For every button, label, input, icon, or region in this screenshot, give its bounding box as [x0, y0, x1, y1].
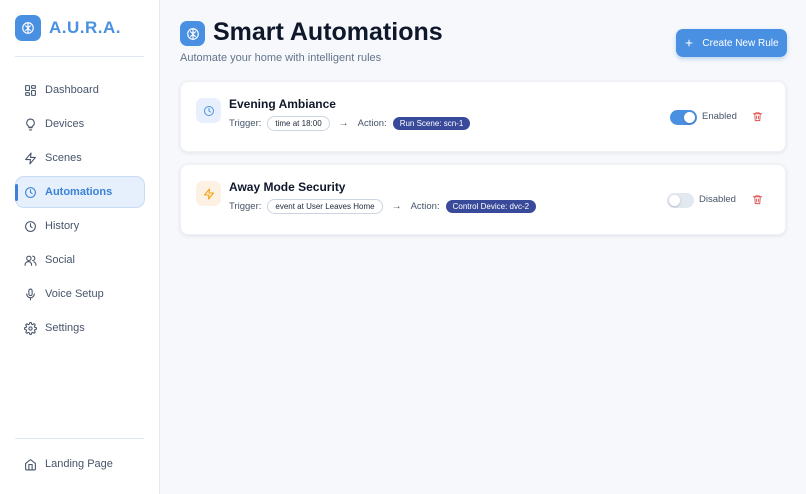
- action-pill: Run Scene: scn-1: [392, 117, 471, 130]
- sidebar-item-label: Voice Setup: [45, 288, 104, 300]
- toggle-knob: [669, 195, 680, 206]
- sidebar-item-history[interactable]: History: [15, 210, 145, 242]
- action-pill: Control Device: dvc-2: [445, 200, 537, 213]
- rule-status-label: Disabled: [699, 194, 736, 205]
- sidebar-item-voice-setup[interactable]: Voice Setup: [15, 278, 145, 310]
- brain-logo-icon: [15, 15, 41, 41]
- sidebar-item-dashboard[interactable]: Dashboard: [15, 74, 145, 106]
- delete-rule-trash-icon[interactable]: [752, 111, 763, 122]
- clock-icon: [25, 186, 36, 198]
- rule-name: Away Mode Security: [229, 180, 346, 194]
- sidebar-item-label: History: [45, 220, 80, 232]
- sidebar-bottom: Landing Page: [15, 448, 145, 482]
- create-new-rule-label: Create New Rule: [702, 37, 779, 49]
- sidebar: A.U.R.A. Dashboard Devices Scenes Automa…: [0, 0, 160, 494]
- sidebar-item-label: Scenes: [45, 152, 82, 164]
- sidebar-item-devices[interactable]: Devices: [15, 108, 145, 140]
- rule-enabled-toggle[interactable]: [670, 110, 697, 125]
- action-label: Action:: [357, 118, 387, 129]
- sidebar-item-social[interactable]: Social: [15, 244, 145, 276]
- action-label: Action:: [410, 201, 440, 212]
- brand[interactable]: A.U.R.A.: [15, 15, 121, 41]
- rule-name: Evening Ambiance: [229, 97, 336, 111]
- rule-card: Away Mode Security Trigger: event at Use…: [180, 164, 786, 235]
- history-clock-icon: [25, 220, 36, 232]
- sidebar-item-settings[interactable]: Settings: [15, 312, 145, 344]
- microphone-icon: [26, 288, 35, 300]
- sidebar-nav: Dashboard Devices Scenes Automations His…: [15, 74, 145, 346]
- brain-icon: [180, 21, 205, 46]
- home-icon: [25, 458, 36, 470]
- trigger-pill: event at User Leaves Home: [267, 199, 383, 214]
- plus-icon: [685, 39, 693, 47]
- trigger-pill: time at 18:00: [267, 116, 330, 131]
- trigger-label: Trigger:: [229, 201, 262, 212]
- sidebar-item-automations[interactable]: Automations: [15, 176, 145, 208]
- sidebar-item-label: Settings: [45, 322, 85, 334]
- bolt-icon: [25, 152, 36, 164]
- sidebar-item-landing-page[interactable]: Landing Page: [15, 448, 145, 480]
- dashboard-icon: [25, 84, 36, 96]
- users-icon: [24, 255, 37, 266]
- sidebar-divider: [15, 56, 144, 57]
- sidebar-item-label: Automations: [45, 186, 113, 198]
- page-title: Smart Automations: [213, 18, 443, 46]
- toggle-knob: [684, 112, 695, 123]
- page-subtitle: Automate your home with intelligent rule…: [180, 52, 382, 64]
- sidebar-item-label: Devices: [45, 118, 85, 130]
- lightbulb-icon: [26, 118, 35, 130]
- sidebar-item-label: Landing Page: [45, 458, 113, 470]
- create-new-rule-button[interactable]: Create New Rule: [676, 29, 787, 57]
- delete-rule-trash-icon[interactable]: [752, 194, 763, 205]
- bolt-icon: [196, 181, 221, 206]
- sidebar-item-label: Dashboard: [45, 84, 99, 96]
- sidebar-item-label: Social: [45, 254, 75, 266]
- rule-meta: Trigger: time at 18:00 → Action: Run Sce…: [229, 116, 471, 131]
- clock-icon: [196, 98, 221, 123]
- sidebar-item-scenes[interactable]: Scenes: [15, 142, 145, 174]
- main-content: Smart Automations Automate your home wit…: [160, 0, 806, 494]
- sidebar-divider: [15, 438, 144, 439]
- brand-name: A.U.R.A.: [49, 18, 121, 37]
- arrow-right-icon: →: [391, 201, 402, 212]
- arrow-right-icon: →: [338, 118, 349, 129]
- rule-meta: Trigger: event at User Leaves Home → Act…: [229, 199, 537, 214]
- rule-status-label: Enabled: [702, 111, 737, 122]
- rule-enabled-toggle[interactable]: [667, 193, 694, 208]
- trigger-label: Trigger:: [229, 118, 262, 129]
- gear-icon: [24, 321, 37, 335]
- rule-card: Evening Ambiance Trigger: time at 18:00 …: [180, 81, 786, 152]
